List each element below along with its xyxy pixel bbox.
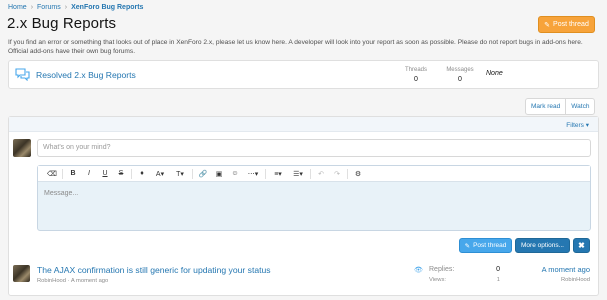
breadcrumb-home[interactable]: Home [8, 4, 27, 11]
breadcrumb-separator-icon: › [64, 4, 68, 11]
thread-meta: RobinHood · A moment ago [37, 278, 108, 284]
thread-last-post-date[interactable]: A moment ago [542, 265, 590, 274]
message-placeholder: Message... [44, 190, 79, 197]
font-family-icon[interactable]: T▾ [170, 167, 190, 181]
messages-label: Messages [446, 67, 474, 73]
editor-toolbar: ⌫ B I U S ♦ A▾ T▾ 🔗 ▣ ☺ ⋯▾ ≡▾ ☰▾ ↶ ↷ ⚙ [38, 166, 590, 182]
edit-icon: ✎ [464, 242, 471, 250]
close-icon[interactable]: ✖ [573, 238, 590, 253]
toolbar-divider [310, 168, 311, 179]
forum-chat-icon [15, 68, 30, 81]
subforum-title-link[interactable]: Resolved 2.x Bug Reports [36, 70, 136, 80]
thread-list-block: Filters ▾ What's on your mind? ⌫ B I U S… [8, 116, 599, 296]
threads-label: Threads [404, 67, 427, 73]
description-line: If you find an error or something that l… [8, 39, 583, 46]
align-icon[interactable]: ≡▾ [268, 167, 288, 181]
link-icon[interactable]: 🔗 [195, 167, 211, 181]
list-icon[interactable]: ☰▾ [288, 167, 308, 181]
watch-button[interactable]: Watch [565, 99, 594, 114]
watch-eye-icon: 👁 [414, 267, 423, 274]
page-title: 2.x Bug Reports [7, 15, 117, 32]
thread-author[interactable]: RobinHood [37, 278, 66, 284]
more-options-button[interactable]: More options... [515, 238, 570, 253]
subforum-threads-stat: Threads 0 [402, 67, 430, 83]
filters-dropdown[interactable]: Filters ▾ [566, 121, 589, 129]
thread-title-link[interactable]: The AJAX confirmation is still generic f… [37, 265, 271, 275]
message-editor[interactable]: ⌫ B I U S ♦ A▾ T▾ 🔗 ▣ ☺ ⋯▾ ≡▾ ☰▾ ↶ ↷ ⚙ M… [37, 165, 591, 231]
quick-post-thread-button[interactable]: ✎ Post thread [459, 238, 512, 253]
description-line: Official add-ons have their own bug foru… [8, 48, 136, 55]
toolbar-divider [347, 168, 348, 179]
subforum-node: Resolved 2.x Bug Reports Threads 0 Messa… [8, 60, 599, 89]
threads-value: 0 [414, 76, 418, 83]
undo-icon[interactable]: ↶ [313, 167, 329, 181]
breadcrumb-separator-icon: › [30, 4, 34, 11]
forum-actions: Mark read Watch [525, 98, 596, 115]
messages-value: 0 [458, 76, 462, 83]
redo-icon[interactable]: ↷ [329, 167, 345, 181]
italic-icon[interactable]: I [81, 167, 97, 181]
toolbar-divider [131, 168, 132, 179]
strikethrough-icon[interactable]: S [113, 167, 129, 181]
underline-icon[interactable]: U [97, 167, 113, 181]
image-icon[interactable]: ▣ [211, 167, 227, 181]
breadcrumb: Home › Forums › XenForo Bug Reports [8, 4, 143, 11]
bold-icon[interactable]: B [65, 167, 81, 181]
forum-description: If you find an error or something that l… [8, 38, 600, 56]
font-color-icon[interactable]: ♦ [134, 167, 150, 181]
thread-title-input[interactable]: What's on your mind? [37, 139, 591, 157]
views-label: Views: [429, 277, 446, 283]
views-value: 1 [496, 277, 500, 283]
settings-icon[interactable]: ⚙ [350, 167, 366, 181]
toolbar-divider [192, 168, 193, 179]
filter-bar: Filters ▾ [9, 117, 598, 132]
thread-date[interactable]: A moment ago [71, 278, 108, 284]
edit-icon: ✎ [544, 21, 551, 29]
post-thread-button[interactable]: ✎ Post thread [538, 16, 595, 33]
toolbar-divider [265, 168, 266, 179]
post-thread-label: Post thread [553, 21, 589, 28]
subforum-messages-stat: Messages 0 [445, 67, 475, 83]
avatar [13, 139, 31, 157]
subforum-last-post: None [486, 70, 503, 77]
quick-post-thread-label: Post thread [473, 242, 507, 249]
font-size-icon[interactable]: A▾ [150, 167, 170, 181]
avatar [13, 265, 30, 282]
quick-thread-actions: ✎ Post thread More options... ✖ [459, 238, 590, 253]
toolbar-divider [62, 168, 63, 179]
breadcrumb-xenforo-bug-reports[interactable]: XenForo Bug Reports [71, 4, 143, 11]
smilie-icon[interactable]: ☺ [227, 167, 243, 181]
eraser-icon[interactable]: ⌫ [44, 167, 60, 181]
more-icon[interactable]: ⋯▾ [243, 167, 263, 181]
replies-value: 0 [496, 266, 500, 273]
mark-read-button[interactable]: Mark read [526, 99, 565, 114]
replies-label: Replies: [429, 266, 455, 273]
breadcrumb-forums[interactable]: Forums [37, 4, 61, 11]
thread-last-poster[interactable]: RobinHood [561, 277, 590, 283]
